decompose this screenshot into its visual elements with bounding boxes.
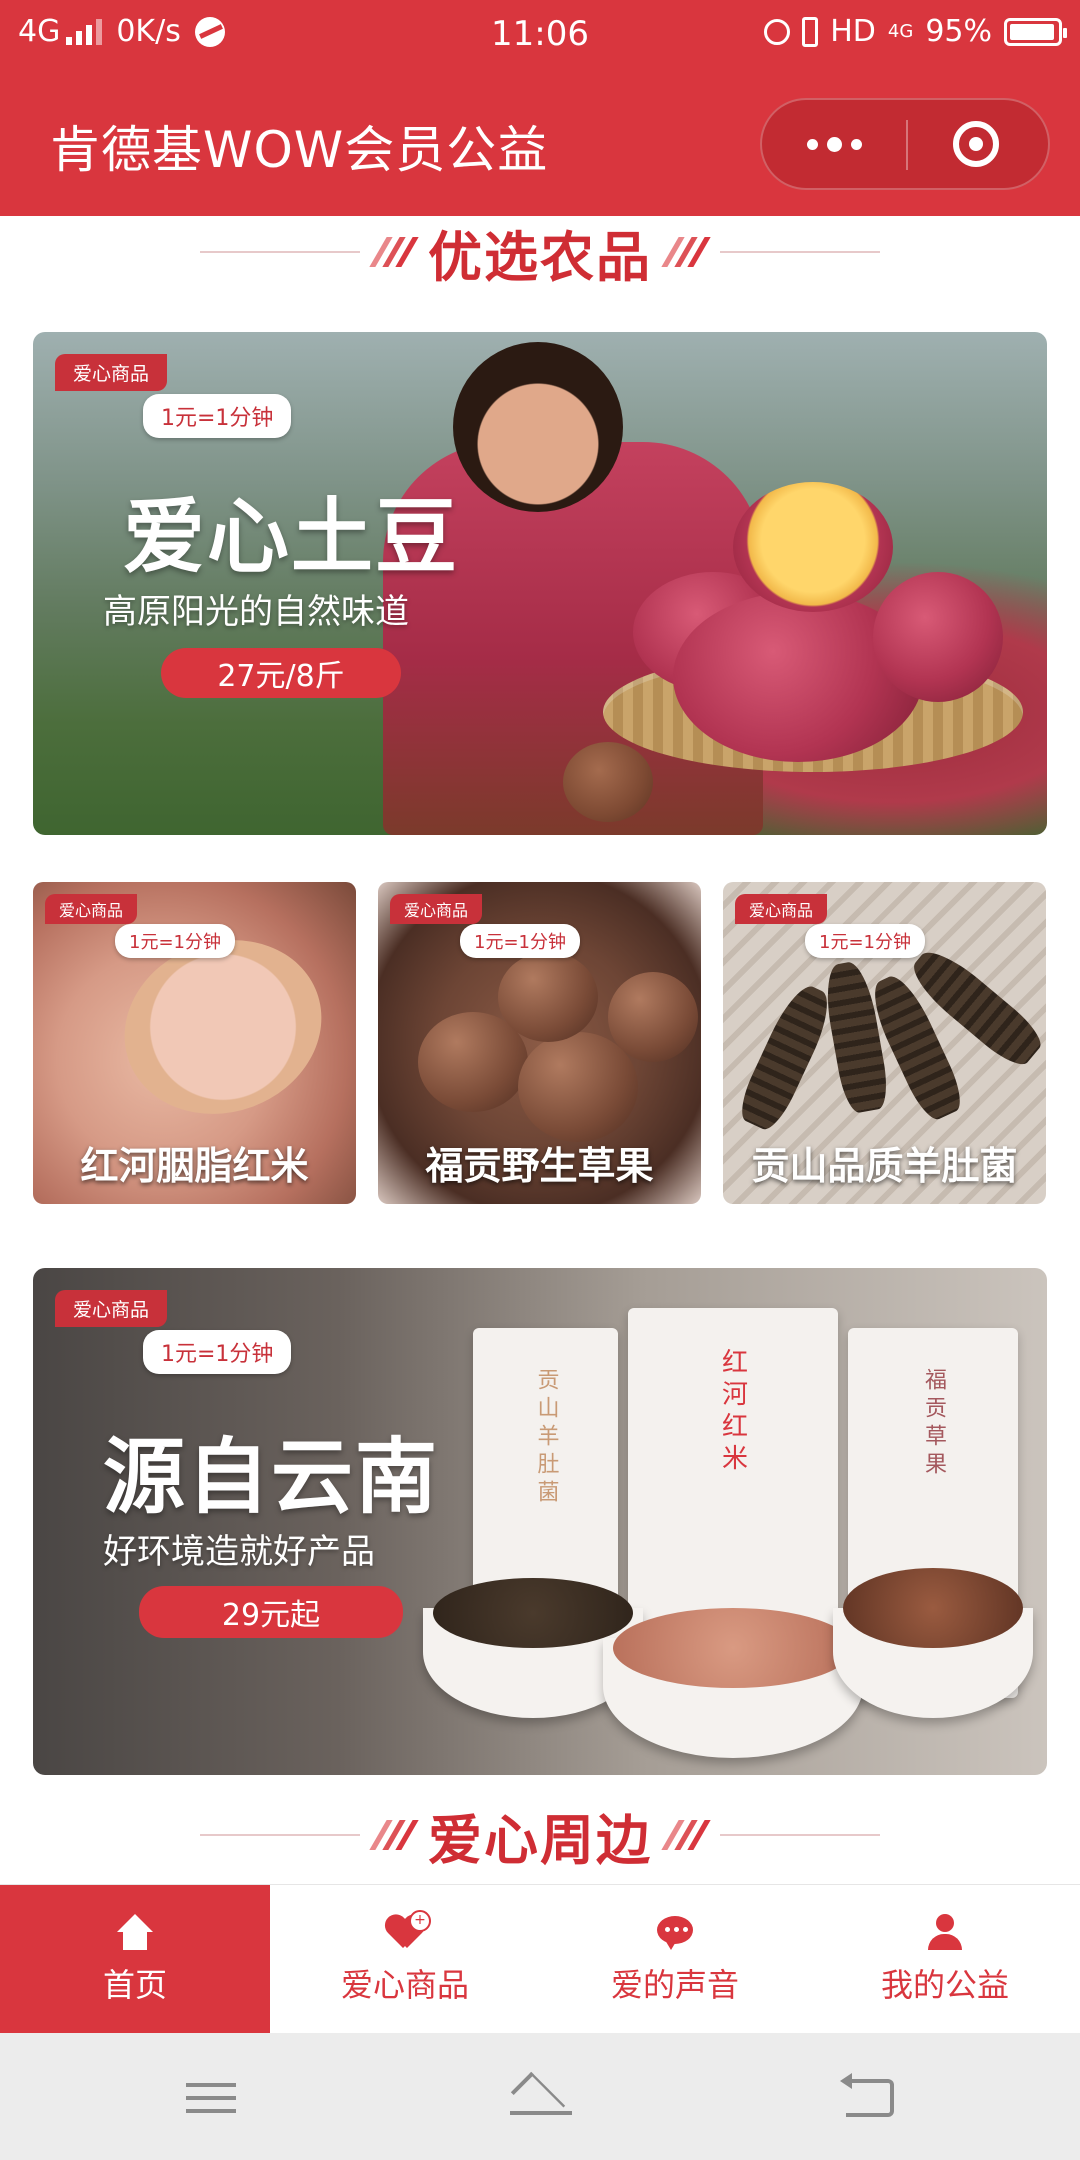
tab-label: 我的公益	[880, 1966, 1009, 2004]
girl-head-illustration	[453, 342, 623, 512]
rice-pile-illustration	[613, 1608, 853, 1688]
status-right: HD 4G 95%	[764, 14, 1067, 49]
vibrate-icon	[802, 16, 819, 47]
close-icon[interactable]	[904, 100, 1048, 188]
rate-badge: 1元=1分钟	[143, 394, 292, 438]
banner-subline: 高原阳光的自然味道	[103, 592, 409, 632]
tsaoko-pile-illustration	[843, 1568, 1023, 1648]
tsaoko-illustration	[498, 952, 598, 1042]
heart-plus-icon: +	[385, 1910, 431, 1952]
section-heading-featured: 优选农品	[0, 212, 1080, 292]
banner-love-potato[interactable]: 爱心商品 1元=1分钟 爱心土豆 高原阳光的自然味道 27元/8斤	[33, 332, 1047, 835]
heading-line	[200, 1834, 360, 1836]
heading-line	[200, 251, 360, 253]
tab-label: 爱的声音	[610, 1966, 739, 2004]
net-type-label: 4G	[887, 20, 914, 42]
box-label: 贡山羊肚菌	[533, 1368, 559, 1508]
rate-badge: 1元=1分钟	[143, 1330, 292, 1374]
chat-icon	[655, 1912, 695, 1952]
mini-program-capsule	[760, 98, 1050, 190]
tab-home[interactable]: 首页	[0, 1885, 270, 2033]
battery-icon	[1004, 17, 1067, 46]
slash-decoration	[369, 237, 419, 267]
status-bar: 4G 0K/s 11:06 HD 4G 95%	[0, 0, 1080, 72]
section-title: 爱心周边	[428, 1808, 652, 1872]
section-title: 优选农品	[428, 225, 652, 289]
battery-percent: 95%	[925, 14, 992, 49]
alarm-icon	[764, 18, 791, 45]
love-tag: 爱心商品	[390, 894, 483, 924]
title-bar: 肯德基WOW会员公益	[0, 72, 1080, 216]
banner-headline: 爱心土豆	[123, 490, 460, 585]
hd-label: HD	[830, 14, 876, 49]
rate-badge: 1元=1分钟	[460, 924, 580, 958]
potato-illustration	[873, 572, 1003, 702]
love-tag: 爱心商品	[735, 894, 828, 924]
banner-subline: 好环境造就好产品	[103, 1532, 375, 1572]
love-tag: 爱心商品	[45, 894, 138, 924]
tab-label: 爱心商品	[340, 1966, 469, 2004]
product-title: 福贡野生草果	[425, 1144, 654, 1188]
potato-illustration	[563, 742, 653, 822]
product-title: 贡山品质羊肚菌	[751, 1144, 1018, 1188]
price-badge: 27元/8斤	[161, 648, 401, 698]
tab-my-charity[interactable]: 我的公益	[810, 1885, 1080, 2033]
tab-label: 首页	[102, 1966, 167, 2004]
box-label: 福贡草果	[921, 1368, 946, 1480]
rate-badge: 1元=1分钟	[115, 924, 235, 958]
system-nav-bar	[0, 2033, 1080, 2160]
menu-icon[interactable]	[150, 2063, 270, 2133]
tsaoko-illustration	[608, 972, 698, 1062]
rate-badge: 1元=1分钟	[805, 924, 925, 958]
slash-decoration	[369, 1820, 419, 1850]
heading-line	[720, 251, 880, 253]
back-icon[interactable]	[810, 2063, 930, 2133]
page-title: 肯德基WOW会员公益	[50, 121, 549, 179]
slash-decoration	[661, 1820, 711, 1850]
banner-from-yunnan[interactable]: 贡山羊肚菌 红河红米 福贡草果 爱心商品 1元=1分钟 源自云南 好环境造就好产…	[33, 1268, 1047, 1775]
product-card-morel[interactable]: 爱心商品 1元=1分钟 贡山品质羊肚菌	[723, 882, 1046, 1204]
morel-illustration	[733, 979, 839, 1135]
price-badge: 29元起	[139, 1586, 403, 1638]
heading-line	[720, 1834, 880, 1836]
box-label: 红河红米	[717, 1348, 748, 1476]
slash-decoration	[661, 237, 711, 267]
user-icon	[925, 1912, 965, 1952]
cut-potato-illustration	[733, 482, 893, 612]
battery-fill	[1010, 23, 1054, 40]
home-icon	[115, 1912, 155, 1952]
tab-love-products[interactable]: + 爱心商品	[270, 1885, 540, 2033]
product-card-tsaoko[interactable]: 爱心商品 1元=1分钟 福贡野生草果	[378, 882, 701, 1204]
banner-headline: 源自云南	[103, 1430, 440, 1525]
product-title: 红河胭脂红米	[80, 1144, 309, 1188]
love-tag: 爱心商品	[55, 1290, 168, 1327]
section-heading-peripheral: 爱心周边	[0, 1795, 1080, 1875]
tab-voice-of-love[interactable]: 爱的声音	[540, 1885, 810, 2033]
bottom-tab-bar: 首页 + 爱心商品 爱的声音 我的公益	[0, 1885, 1080, 2033]
product-card-red-rice[interactable]: 爱心商品 1元=1分钟 红河胭脂红米	[33, 882, 356, 1204]
home-nav-icon[interactable]	[480, 2063, 600, 2133]
love-tag: 爱心商品	[55, 354, 168, 391]
more-icon[interactable]	[762, 100, 906, 188]
